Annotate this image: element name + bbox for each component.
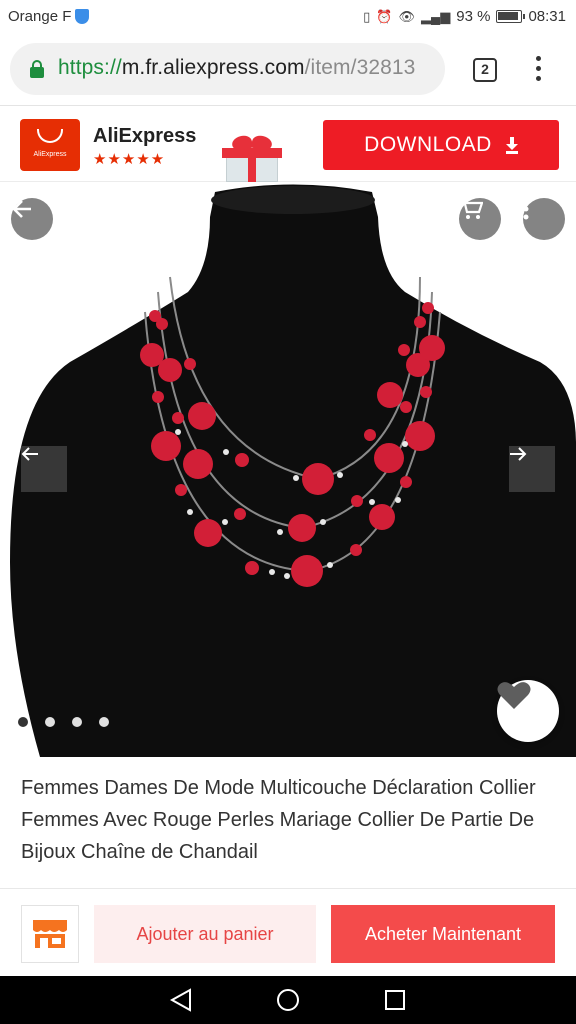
rating-stars: ★★★★★ — [93, 151, 166, 168]
add-to-cart-button[interactable]: Ajouter au panier — [94, 905, 316, 963]
wishlist-button[interactable] — [497, 680, 559, 742]
necklace-photo — [10, 184, 576, 757]
chevron-left-icon — [21, 447, 38, 461]
android-navigation-bar — [0, 976, 576, 1024]
logo-text: AliExpress — [33, 151, 67, 158]
cart-button[interactable] — [459, 198, 501, 240]
gift-icon — [222, 133, 282, 182]
lock-icon — [30, 60, 44, 78]
battery-percent: 93 % — [456, 8, 491, 25]
store-icon — [33, 920, 67, 948]
status-right: ▯ ⏰ 👁 ▂▄▆ 93 % 08:31 — [363, 8, 566, 25]
heart-icon — [497, 682, 531, 709]
status-bar: Orange F ▯ ⏰ 👁 ▂▄▆ 93 % 08:31 — [0, 0, 576, 34]
carousel-dot[interactable] — [72, 717, 82, 727]
download-label: DOWNLOAD — [364, 133, 492, 156]
alarm-icon: ⏰ — [376, 8, 393, 24]
url-scheme: https:// — [58, 56, 122, 79]
more-options-button[interactable] — [523, 198, 565, 240]
buy-now-button[interactable]: Acheter Maintenant — [331, 905, 555, 963]
carousel-indicator — [18, 717, 109, 727]
purchase-action-bar: Ajouter au panier Acheter Maintenant — [0, 888, 576, 976]
carrier-label: Orange F — [8, 8, 72, 25]
url-path: /item/32813 — [304, 56, 416, 79]
download-button[interactable]: DOWNLOAD — [323, 120, 559, 170]
status-left: Orange F — [8, 8, 90, 25]
more-vert-icon — [523, 198, 529, 220]
browser-menu-icon[interactable] — [534, 56, 542, 84]
store-button[interactable] — [21, 905, 79, 963]
app-name: AliExpress — [93, 125, 197, 147]
cart-icon — [460, 198, 483, 219]
battery-icon — [496, 10, 526, 23]
system-nav-buttons — [169, 988, 405, 1012]
app-install-banner: AliExpress AliExpress ★★★★★ DOWNLOAD — [0, 107, 576, 182]
url-text[interactable]: https://m.fr.aliexpress.com/item/32813 — [58, 56, 415, 80]
next-image-button[interactable] — [509, 446, 555, 492]
download-icon — [505, 137, 518, 154]
signal-icon: ▂▄▆ — [421, 8, 451, 24]
previous-image-button[interactable] — [21, 446, 67, 492]
product-image-carousel[interactable] — [0, 182, 576, 757]
home-nav-icon[interactable] — [277, 989, 299, 1011]
product-title: Femmes Dames De Mode Multicouche Déclara… — [21, 777, 536, 863]
carousel-dot[interactable] — [18, 717, 28, 727]
back-nav-icon[interactable] — [169, 988, 191, 1012]
url-host: m.fr.aliexpress.com — [121, 56, 305, 79]
aliexpress-logo[interactable]: AliExpress — [20, 119, 80, 171]
browser-toolbar: https://m.fr.aliexpress.com/item/32813 2 — [0, 34, 576, 106]
address-bar[interactable]: https://m.fr.aliexpress.com/item/32813 — [10, 43, 445, 95]
shield-icon — [75, 9, 90, 24]
carousel-dot[interactable] — [99, 717, 109, 727]
chevron-right-icon — [510, 447, 527, 461]
clock: 08:31 — [528, 8, 566, 25]
back-button[interactable] — [11, 198, 53, 240]
vibrate-icon: ▯ — [363, 8, 371, 24]
arrow-left-icon — [12, 200, 31, 218]
recents-nav-icon[interactable] — [385, 990, 405, 1010]
eye-icon: 👁 — [398, 8, 416, 24]
carousel-dot[interactable] — [45, 717, 55, 727]
tab-switcher-button[interactable]: 2 — [473, 58, 497, 82]
